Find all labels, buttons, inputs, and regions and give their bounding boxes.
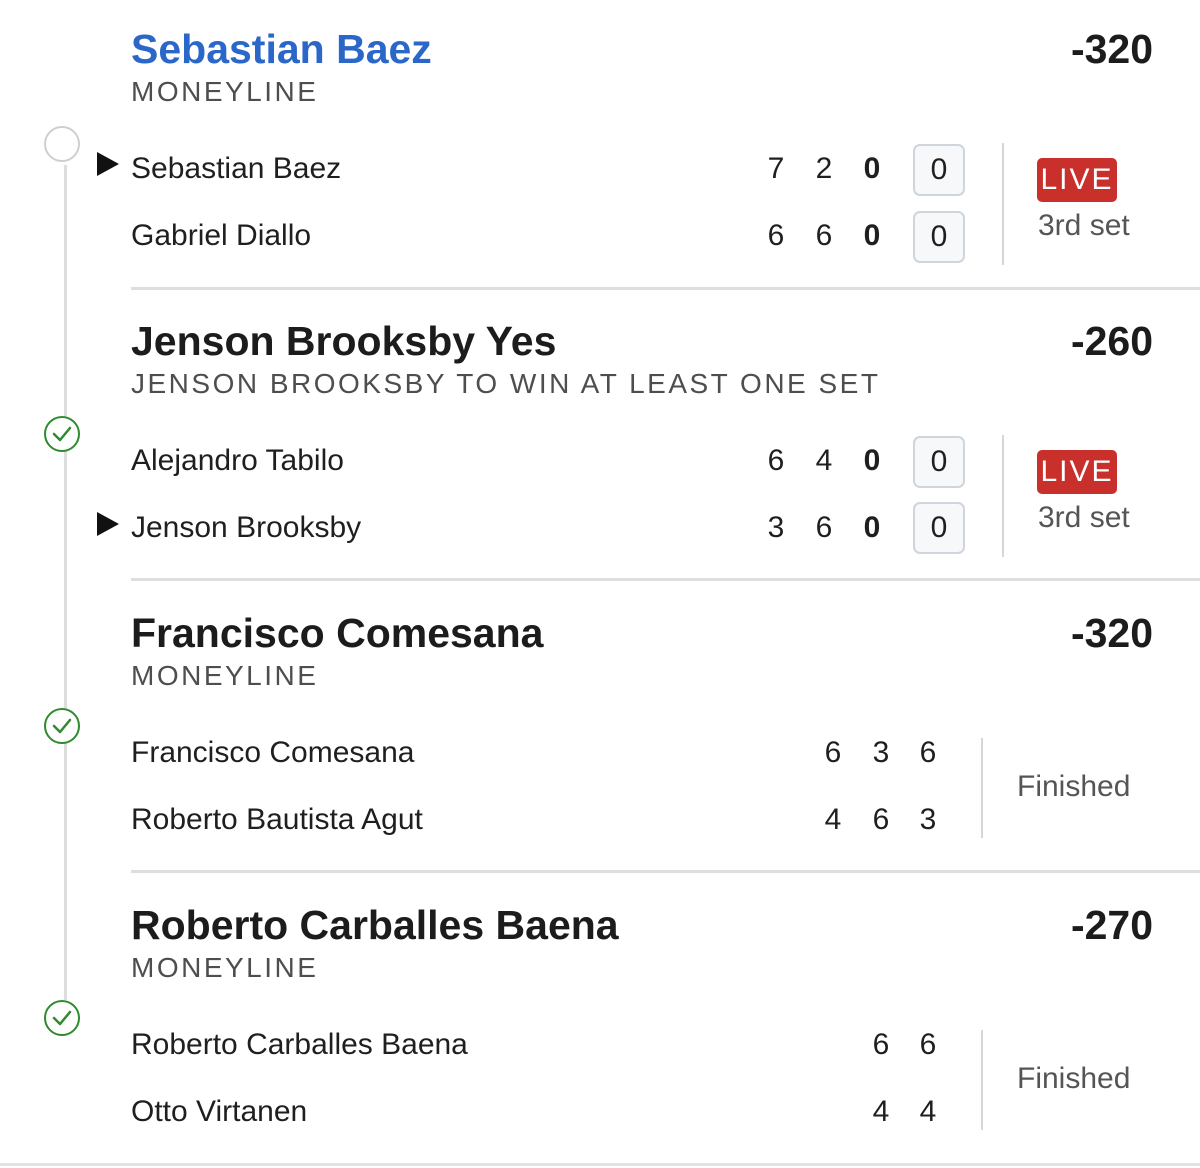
set-score: 6 (919, 1028, 937, 1061)
pending-circle-icon (44, 126, 80, 162)
market-label: MONEYLINE (131, 952, 319, 983)
bet-leg-baez[interactable]: Sebastian Baez MONEYLINE -320 Sebastian … (0, 0, 1200, 290)
live-badge: LIVE (1037, 158, 1117, 202)
match-status: Finished (1017, 1062, 1131, 1095)
set-score: 4 (872, 1095, 890, 1128)
check-circle-icon (44, 1000, 80, 1036)
status-separator (981, 1030, 983, 1130)
set-score: 6 (872, 803, 890, 836)
game-score-box: 0 (913, 144, 965, 196)
set-score: 4 (815, 444, 833, 477)
set-score: 0 (863, 219, 881, 252)
set-status: 3rd set (1038, 501, 1130, 534)
game-score-box: 0 (913, 502, 965, 554)
leg-title[interactable]: Jenson Brooksby Yes (131, 318, 556, 365)
set-score: 4 (824, 803, 842, 836)
status-separator (1002, 435, 1004, 557)
bet-leg-comesana[interactable]: Francisco Comesana MONEYLINE -320 Franci… (0, 580, 1200, 872)
set-score: 0 (863, 152, 881, 185)
game-score-box: 0 (913, 436, 965, 488)
leg-title[interactable]: Sebastian Baez (131, 26, 432, 73)
set-score: 0 (863, 444, 881, 477)
player-name: Otto Virtanen (131, 1095, 308, 1128)
set-score: 6 (815, 219, 833, 252)
leg-title[interactable]: Francisco Comesana (131, 610, 543, 657)
game-score-box: 0 (913, 211, 965, 263)
status-separator (981, 738, 983, 838)
market-label: MONEYLINE (131, 660, 319, 691)
match-status: Finished (1017, 770, 1131, 803)
set-score: 7 (767, 152, 785, 185)
serving-indicator-icon (97, 152, 119, 176)
set-score: 0 (863, 511, 881, 544)
odds-value: -320 (1070, 26, 1153, 72)
player-name: Roberto Bautista Agut (131, 803, 423, 836)
live-badge: LIVE (1037, 450, 1117, 494)
leg-title[interactable]: Roberto Carballes Baena (131, 902, 619, 949)
set-score: 6 (824, 736, 842, 769)
player-name: Alejandro Tabilo (131, 444, 344, 477)
odds-value: -260 (1070, 318, 1153, 364)
set-score: 6 (767, 444, 785, 477)
market-label: MONEYLINE (131, 76, 319, 107)
set-score: 4 (919, 1095, 937, 1128)
set-score: 6 (919, 736, 937, 769)
odds-value: -320 (1070, 610, 1153, 656)
set-score: 2 (815, 152, 833, 185)
check-circle-icon (44, 416, 80, 452)
set-score: 6 (767, 219, 785, 252)
bet-leg-carballes-baena[interactable]: Roberto Carballes Baena MONEYLINE -270 R… (0, 872, 1200, 1162)
status-separator (1002, 143, 1004, 265)
bet-leg-brooksby[interactable]: Jenson Brooksby Yes JENSON BROOKSBY TO W… (0, 290, 1200, 580)
market-label: JENSON BROOKSBY TO WIN AT LEAST ONE SET (131, 368, 881, 399)
set-score: 3 (767, 511, 785, 544)
player-name: Francisco Comesana (131, 736, 415, 769)
player-name: Sebastian Baez (131, 152, 342, 185)
serving-indicator-icon (97, 512, 119, 536)
player-name: Gabriel Diallo (131, 219, 312, 252)
bottom-divider (0, 1163, 1200, 1166)
player-name: Jenson Brooksby (131, 511, 362, 544)
player-name: Roberto Carballes Baena (131, 1028, 468, 1061)
check-circle-icon (44, 708, 80, 744)
set-status: 3rd set (1038, 209, 1130, 242)
set-score: 3 (919, 803, 937, 836)
odds-value: -270 (1070, 902, 1153, 948)
set-score: 6 (872, 1028, 890, 1061)
set-score: 3 (872, 736, 890, 769)
set-score: 6 (815, 511, 833, 544)
